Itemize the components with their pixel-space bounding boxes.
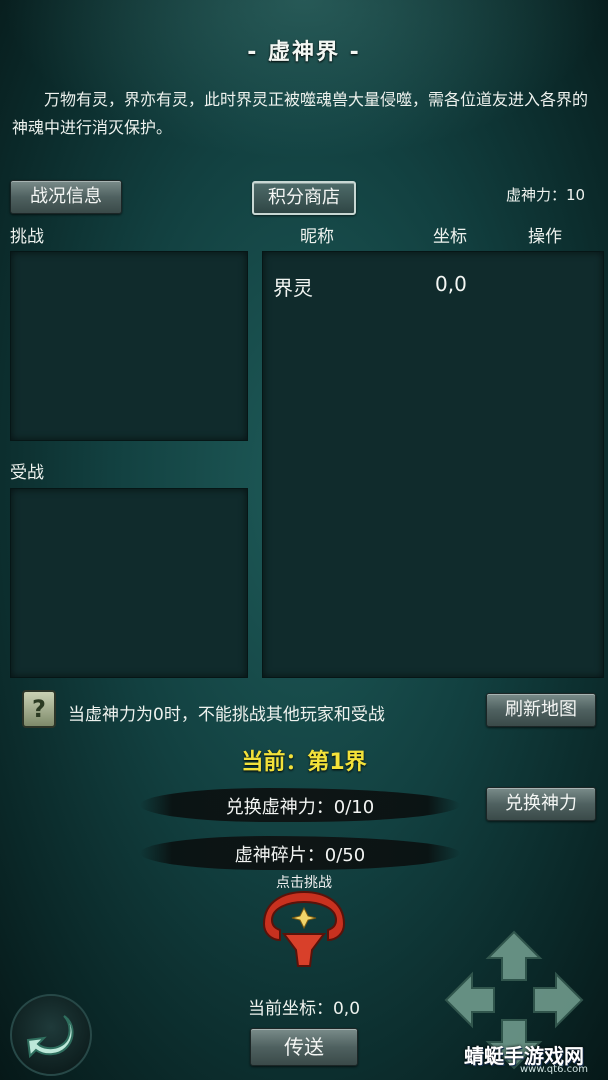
exchange-power-bar: 兑换虚神力：0/10 [140, 788, 460, 822]
coord-header: 坐标 [433, 227, 467, 247]
challenge-emblem-icon[interactable] [256, 890, 352, 970]
intro-text: 万物有灵，界亦有灵，此时界灵正被噬魂兽大量侵噬，需各位道友进入各界的神魂中进行消… [12, 90, 589, 137]
refresh-map-button[interactable]: 刷新地图 [486, 693, 596, 727]
page-title: - 虚神界 - [247, 40, 361, 65]
watermark-url: www.qt6.com [520, 1064, 588, 1075]
fragments-status: 虚神碎片：0/50 [234, 845, 366, 866]
player-table[interactable]: 界灵 0,0 [262, 251, 604, 678]
points-shop-button[interactable]: 积分商店 [252, 181, 356, 215]
exchange-power-button[interactable]: 兑换神力 [486, 787, 596, 821]
click-challenge-label: 点击挑战 [276, 875, 332, 891]
dpad-right-icon[interactable] [533, 971, 584, 1029]
teleport-button[interactable]: 传送 [250, 1028, 358, 1066]
battle-info-button[interactable]: 战况信息 [10, 180, 122, 214]
dpad-up-icon[interactable] [485, 930, 543, 981]
power-value: 虚神力：10 [506, 186, 586, 204]
warning-text: 当虚神力为0时，不能挑战其他玩家和受战 [68, 705, 385, 725]
fragments-bar: 虚神碎片：0/50 [140, 836, 460, 870]
challenge-list[interactable] [10, 251, 248, 441]
dpad-left-icon[interactable] [444, 971, 495, 1029]
defend-list[interactable] [10, 488, 248, 678]
help-icon[interactable]: ? [22, 690, 56, 728]
nickname-header: 昵称 [300, 227, 334, 247]
exchange-power-status: 兑换虚神力：0/10 [225, 797, 375, 818]
current-realm: 当前：第1界 [241, 750, 367, 775]
challenge-label: 挑战 [10, 227, 44, 247]
row-nickname: 界灵 [273, 276, 313, 300]
action-header: 操作 [528, 227, 562, 247]
defend-label: 受战 [10, 463, 44, 483]
table-row[interactable]: 界灵 0,0 [263, 266, 603, 306]
row-coord: 0,0 [435, 272, 467, 296]
